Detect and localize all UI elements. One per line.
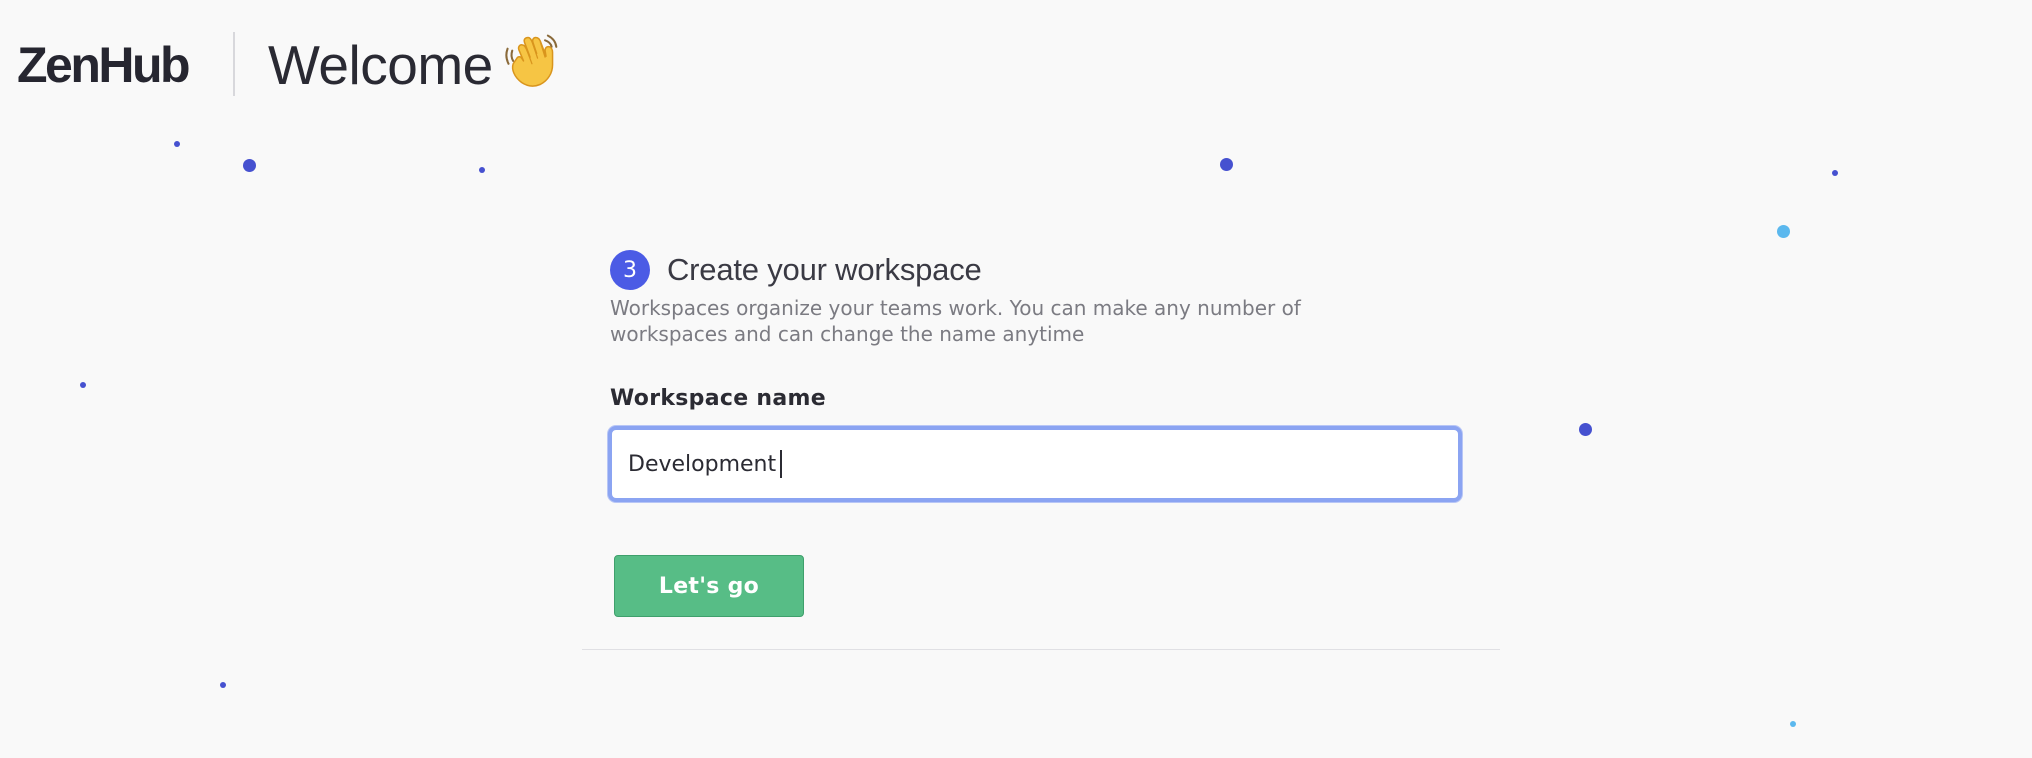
header-divider bbox=[233, 32, 235, 96]
step-description: Workspaces organize your teams work. You… bbox=[610, 296, 1301, 346]
page-title-text: Welcome bbox=[268, 34, 493, 96]
lets-go-button[interactable]: Let's go bbox=[614, 555, 804, 617]
decorative-dot bbox=[1832, 170, 1838, 176]
decorative-dot bbox=[1220, 158, 1233, 171]
header: ZenHub Welcome bbox=[0, 0, 2032, 128]
waving-hand-icon bbox=[505, 34, 558, 87]
decorative-dot bbox=[80, 382, 86, 388]
card-divider bbox=[582, 649, 1500, 650]
workspace-name-field-wrapper bbox=[608, 426, 1462, 502]
decorative-dot bbox=[243, 159, 256, 172]
decorative-dot bbox=[479, 167, 485, 173]
decorative-dot bbox=[220, 682, 226, 688]
step-header: 3 Create your workspace bbox=[610, 250, 982, 290]
zenhub-logo[interactable]: ZenHub bbox=[17, 30, 191, 100]
step-title: Create your workspace bbox=[667, 252, 982, 287]
page-title: Welcome bbox=[268, 30, 561, 100]
step-number-badge: 3 bbox=[610, 250, 650, 290]
decorative-dot bbox=[1790, 721, 1796, 727]
workspace-name-input[interactable] bbox=[612, 430, 1458, 498]
decorative-dot bbox=[1579, 423, 1592, 436]
create-workspace-card: 3 Create your workspace Workspaces organ… bbox=[582, 240, 1500, 650]
text-cursor bbox=[780, 450, 782, 478]
decorative-dot bbox=[1777, 225, 1790, 238]
workspace-name-label: Workspace name bbox=[610, 386, 826, 411]
decorative-dot bbox=[174, 141, 180, 147]
